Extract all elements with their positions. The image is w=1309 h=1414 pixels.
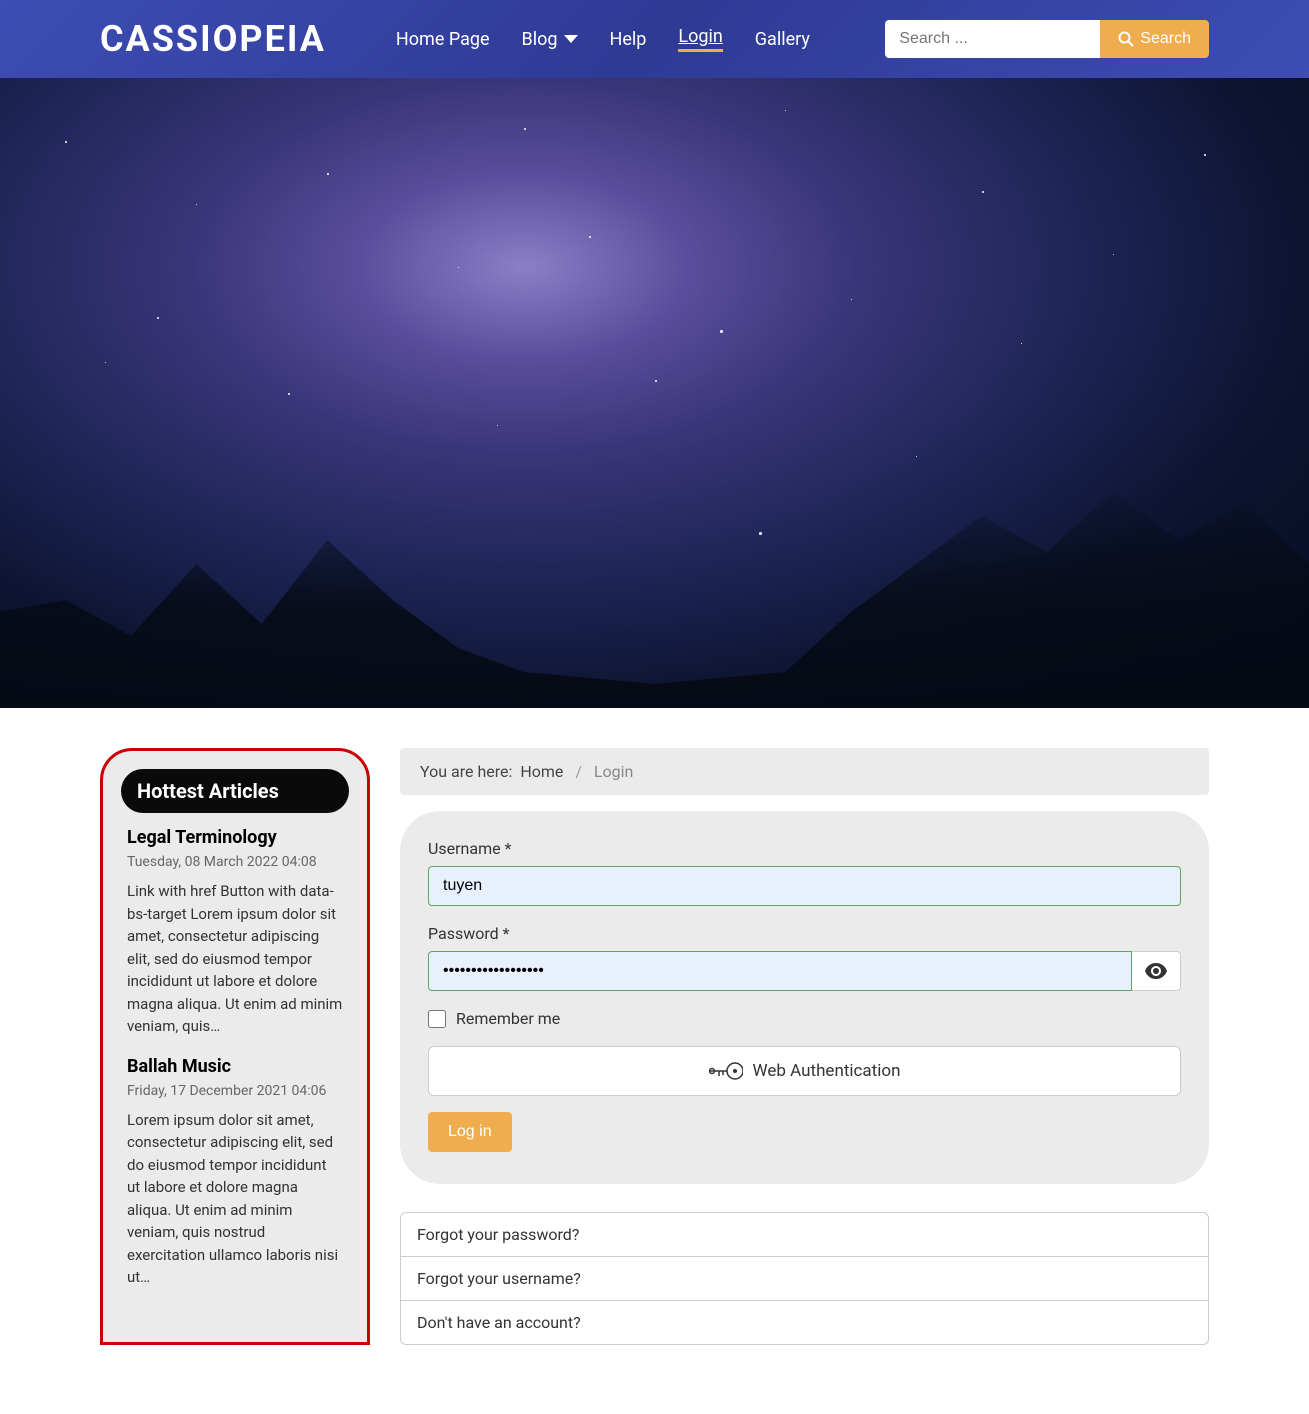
- sidebar-hottest-articles: Hottest Articles Legal Terminology Tuesd…: [100, 748, 370, 1345]
- chevron-down-icon: [564, 35, 578, 43]
- nav-home[interactable]: Home Page: [396, 29, 490, 50]
- webauthn-label: Web Authentication: [753, 1061, 901, 1081]
- breadcrumb-current: Login: [594, 762, 633, 781]
- article-item: Legal Terminology Tuesday, 08 March 2022…: [121, 827, 349, 1038]
- toggle-password-button[interactable]: [1132, 951, 1181, 991]
- remember-checkbox[interactable]: [428, 1010, 446, 1028]
- search-icon: [1118, 31, 1134, 47]
- forgot-password-link[interactable]: Forgot your password?: [400, 1212, 1209, 1257]
- article-date: Tuesday, 08 March 2022 04:08: [127, 854, 343, 870]
- article-title[interactable]: Legal Terminology: [127, 827, 343, 848]
- breadcrumb-home[interactable]: Home: [520, 762, 563, 781]
- search-button[interactable]: Search: [1100, 20, 1209, 58]
- article-body: Lorem ipsum dolor sit amet, consectetur …: [127, 1109, 343, 1289]
- breadcrumb-separator: /: [575, 762, 582, 781]
- help-links: Forgot your password? Forgot your userna…: [400, 1212, 1209, 1345]
- search-button-label: Search: [1140, 30, 1191, 48]
- article-date: Friday, 17 December 2021 04:06: [127, 1083, 343, 1099]
- nav-help[interactable]: Help: [610, 29, 647, 50]
- password-label: Password *: [428, 924, 1181, 943]
- username-label: Username *: [428, 839, 1181, 858]
- forgot-username-link[interactable]: Forgot your username?: [400, 1257, 1209, 1301]
- key-icon: [709, 1061, 743, 1081]
- article-body: Link with href Button with data-bs-targe…: [127, 880, 343, 1038]
- article-title[interactable]: Ballah Music: [127, 1056, 343, 1077]
- sidebar-title: Hottest Articles: [121, 769, 349, 813]
- nav-blog-label: Blog: [522, 29, 558, 50]
- breadcrumb-prefix: You are here:: [420, 762, 512, 781]
- password-input[interactable]: [428, 951, 1132, 991]
- nav-blog[interactable]: Blog: [522, 29, 578, 50]
- article-item: Ballah Music Friday, 17 December 2021 04…: [121, 1056, 349, 1289]
- main-nav: Home Page Blog Help Login Gallery: [396, 26, 810, 52]
- username-input[interactable]: [428, 866, 1181, 906]
- hero-image: [0, 78, 1309, 708]
- eye-icon: [1145, 963, 1167, 979]
- remember-label: Remember me: [456, 1009, 560, 1028]
- site-logo[interactable]: CASSIOPEIA: [100, 18, 326, 60]
- login-form: Username * Password * Remember me Web Au…: [400, 811, 1209, 1184]
- search-input[interactable]: [885, 20, 1100, 58]
- nav-login[interactable]: Login: [678, 26, 722, 52]
- breadcrumb: You are here: Home / Login: [400, 748, 1209, 795]
- nav-gallery[interactable]: Gallery: [755, 29, 810, 50]
- create-account-link[interactable]: Don't have an account?: [400, 1301, 1209, 1345]
- webauthn-button[interactable]: Web Authentication: [428, 1046, 1181, 1096]
- login-button[interactable]: Log in: [428, 1112, 512, 1152]
